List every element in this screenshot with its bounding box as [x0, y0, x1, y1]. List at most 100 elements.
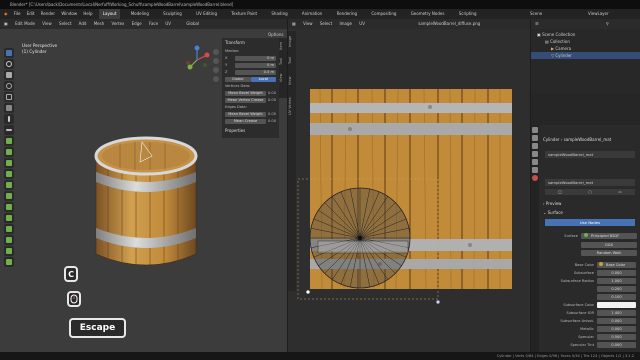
distribution-dropdown[interactable]: GGX — [581, 241, 637, 248]
annotate-tool[interactable] — [4, 114, 14, 124]
subsurface-ior-field[interactable]: 1.400 — [597, 309, 636, 316]
grid-view-icon[interactable] — [213, 76, 219, 82]
tool-tab-icon[interactable] — [532, 127, 538, 133]
material-tab-icon[interactable] — [532, 175, 538, 181]
subsurface-color-swatch[interactable] — [597, 301, 636, 308]
scene-tab-icon[interactable] — [532, 151, 538, 157]
workspace-tab-layout[interactable]: Layout — [98, 9, 121, 19]
camera-view-icon[interactable] — [213, 67, 219, 73]
navigation-gizmo[interactable] — [182, 45, 212, 75]
knife-tool[interactable] — [4, 180, 14, 190]
pan-icon[interactable] — [213, 58, 219, 64]
workspace-tab-shading[interactable]: Shading — [267, 9, 291, 19]
workspace-tab-sculpting[interactable]: Sculpting — [159, 9, 186, 19]
viewport-menu-select[interactable]: Select — [59, 21, 71, 26]
median-z-field[interactable]: 0.5 m — [235, 69, 276, 75]
surface-section[interactable]: ⌄ Surface — [543, 210, 563, 215]
menu-window[interactable]: Window — [61, 11, 77, 16]
tab-tool[interactable]: Tool — [279, 54, 283, 70]
measure-tool[interactable] — [4, 125, 14, 135]
workspace-tab-rendering[interactable]: Rendering — [333, 9, 361, 19]
barrel-mesh[interactable] — [90, 134, 202, 284]
preview-plane-button[interactable]: ▭ — [605, 189, 635, 195]
viewport-menu-view[interactable]: View — [42, 21, 52, 26]
metallic-field[interactable]: 0.000 — [597, 325, 636, 332]
inset-tool[interactable] — [4, 147, 14, 157]
surface-shader-dropdown[interactable]: Principled BSDF — [581, 232, 637, 239]
scale-tool[interactable] — [4, 92, 14, 102]
viewport-menu-face[interactable]: Face — [149, 21, 158, 26]
workspace-tab-animation[interactable]: Animation — [298, 9, 326, 19]
preview-cube-button[interactable]: ▢ — [575, 189, 605, 195]
global-toggle[interactable]: Global — [225, 76, 251, 82]
shear-tool[interactable] — [4, 246, 14, 256]
median-x-field[interactable]: 0 m — [235, 55, 276, 61]
uv-mesh-overlay[interactable] — [288, 19, 530, 352]
uv-editor[interactable]: ▦ View Select Image UV sampleWoodBarrel_… — [288, 19, 530, 352]
viewport-menu-add[interactable]: Add — [79, 21, 87, 26]
transform-tool[interactable] — [4, 103, 14, 113]
material-name-field[interactable]: sampleWoodBarrel_mat — [545, 179, 635, 186]
workspace-tab-modeling[interactable]: Modeling — [127, 9, 153, 19]
viewport-menu-uv[interactable]: UV — [165, 21, 171, 26]
view-layer-selector[interactable]: ViewLayer — [588, 9, 609, 19]
bevel-tool[interactable] — [4, 158, 14, 168]
outliner-cylinder[interactable]: ▽ Cylinder — [531, 52, 640, 59]
modifier-tab-icon[interactable] — [532, 167, 538, 173]
menu-edit[interactable]: Edit — [27, 11, 35, 16]
extrude-tool[interactable] — [4, 136, 14, 146]
mean-vertex-crease-field[interactable]: Mean Vertex Crease — [225, 97, 266, 103]
poly-build-tool[interactable] — [4, 191, 14, 201]
filter-icon[interactable]: ⚲ — [606, 21, 609, 26]
mean-bevel-weight-field[interactable]: Mean Bevel Weight — [225, 90, 266, 96]
workspace-tab-texture-paint[interactable]: Texture Paint — [227, 9, 261, 19]
smooth-tool[interactable] — [4, 213, 14, 223]
outliner-collection[interactable]: ▤ Collection — [541, 38, 570, 45]
properties-panel-title[interactable]: Properties — [222, 126, 279, 135]
editor-type-icon[interactable]: ▣ — [4, 21, 8, 26]
menu-file[interactable]: File — [14, 11, 21, 16]
spin-tool[interactable] — [4, 202, 14, 212]
render-tab-icon[interactable] — [532, 135, 538, 141]
preview-section[interactable]: › Preview — [543, 201, 561, 206]
outliner-type-icon[interactable]: ☰ — [535, 21, 539, 26]
workspace-tab-uv-editing[interactable]: UV Editing — [192, 9, 221, 19]
transform-panel-title[interactable]: Transform — [222, 38, 279, 47]
mode-dropdown[interactable]: Edit Mode — [15, 21, 35, 26]
edge-bevel-weight-field[interactable]: Mean Bevel Weight — [225, 111, 266, 117]
cursor-tool[interactable] — [4, 59, 14, 69]
workspace-tab-compositing[interactable]: Compositing — [367, 9, 400, 19]
shrink-fatten-tool[interactable] — [4, 235, 14, 245]
zoom-icon[interactable] — [213, 49, 219, 55]
menu-help[interactable]: Help — [83, 11, 92, 16]
edge-slide-tool[interactable] — [4, 224, 14, 234]
median-y-field[interactable]: 0 m — [235, 62, 276, 68]
move-tool[interactable] — [4, 70, 14, 80]
tab-item[interactable]: Item — [279, 38, 283, 54]
subsurface-radius-y-field[interactable]: 0.200 — [597, 285, 636, 292]
subsurface-anisotropy-field[interactable]: 0.000 — [597, 317, 636, 324]
loop-cut-tool[interactable] — [4, 169, 14, 179]
workspace-tab-scripting[interactable]: Scripting — [455, 9, 481, 19]
menu-render[interactable]: Render — [41, 11, 55, 16]
tab-view[interactable]: View — [279, 70, 283, 86]
rotate-tool[interactable] — [4, 81, 14, 91]
subsurface-method-dropdown[interactable]: Random Walk — [581, 249, 637, 256]
subsurface-field[interactable]: 0.000 — [597, 269, 636, 276]
viewport-menu-vertex[interactable]: Vertex — [112, 21, 125, 26]
viewport-menu-edge[interactable]: Edge — [132, 21, 142, 26]
subsurface-radius-z-field[interactable]: 0.100 — [597, 293, 636, 300]
viewport-menu-mesh[interactable]: Mesh — [94, 21, 105, 26]
transform-orientation-dropdown[interactable]: Global — [186, 21, 199, 26]
specular-tint-field[interactable]: 0.000 — [597, 341, 636, 348]
scene-selector[interactable]: Scene — [530, 9, 542, 19]
material-slot-list[interactable]: sampleWoodBarrel_mat — [545, 151, 635, 158]
select-box-tool[interactable] — [4, 48, 14, 58]
options-dropdown[interactable]: Options — [268, 32, 283, 37]
workspace-tab-geometry-nodes[interactable]: Geometry Nodes — [407, 9, 449, 19]
mean-crease-field[interactable]: Mean Crease — [225, 118, 266, 124]
preview-sphere-button[interactable]: ◯ — [545, 189, 575, 195]
use-nodes-button[interactable]: Use Nodes — [545, 219, 635, 226]
output-tab-icon[interactable] — [532, 143, 538, 149]
rip-region-tool[interactable] — [4, 257, 14, 267]
